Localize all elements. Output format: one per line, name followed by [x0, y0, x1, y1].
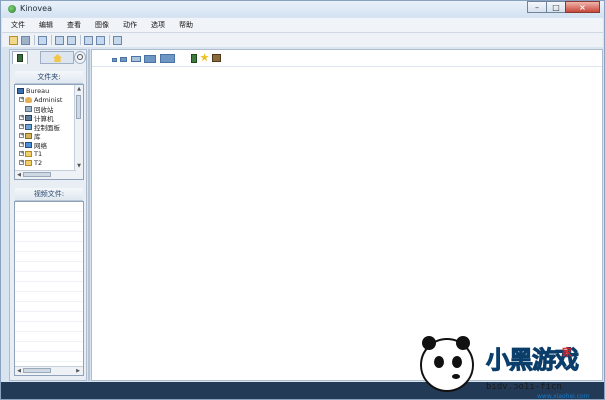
toolbar-separator — [109, 35, 110, 45]
toolbar-separator — [34, 35, 35, 45]
tree-item[interactable]: + T2 — [19, 158, 42, 167]
folders-title: 文件夹: — [15, 71, 83, 84]
camera-folder-icon[interactable] — [212, 54, 221, 62]
title-bar[interactable]: Kinovea – □ × — [1, 1, 604, 17]
toolbar-separator — [51, 35, 52, 45]
open-folder-icon[interactable] — [9, 35, 18, 45]
thumbnail-size-bar — [92, 50, 602, 67]
expand-toggle[interactable]: + — [19, 115, 24, 120]
thumb-size-option-1[interactable] — [112, 58, 117, 62]
expand-toggle[interactable]: + — [19, 151, 24, 156]
folder-icon — [25, 150, 32, 157]
film-icon[interactable] — [191, 54, 197, 63]
scroll-up-icon[interactable]: ▲ — [76, 86, 82, 92]
menu-motion[interactable]: 动作 — [118, 20, 142, 30]
tab-files[interactable] — [12, 51, 28, 64]
menu-bar: 文件 编辑 查看 图像 动作 选项 帮助 — [2, 18, 603, 33]
menu-file[interactable]: 文件 — [6, 20, 30, 30]
tree-item[interactable]: + T1 — [19, 149, 42, 158]
folder-tree[interactable]: Bureau + Administ 回收站 + 计算机 + 控制面板 + 库 +… — [14, 84, 84, 180]
save-icon[interactable] — [21, 35, 30, 45]
desktop-icon — [17, 87, 24, 94]
recycle-bin-icon — [25, 105, 32, 112]
panda-eye — [452, 356, 462, 368]
files-horizontal-scrollbar[interactable]: ◀ ▶ — [15, 366, 83, 375]
tree-item-label: Administ — [34, 95, 63, 104]
video-icon[interactable] — [55, 35, 64, 45]
menu-options[interactable]: 选项 — [146, 20, 170, 30]
tab-shortcuts[interactable] — [40, 51, 74, 64]
capture-icon[interactable] — [84, 35, 93, 45]
expand-toggle[interactable]: + — [19, 124, 24, 129]
tree-item[interactable]: Bureau — [17, 86, 49, 95]
network-icon — [25, 141, 32, 148]
thumb-size-option-2[interactable] — [120, 57, 127, 62]
explorer-tabs — [10, 50, 86, 66]
window-title: Kinovea — [20, 4, 52, 13]
scroll-thumb[interactable] — [23, 368, 51, 373]
watermark-url-small: www.xiaohei.com — [537, 393, 590, 400]
scroll-down-icon[interactable]: ▼ — [76, 163, 82, 169]
panda-ear — [422, 336, 436, 350]
tree-item-label: Bureau — [26, 86, 50, 95]
panel-splitter[interactable] — [88, 49, 90, 381]
minimize-button[interactable]: – — [527, 1, 547, 13]
tab-camera[interactable] — [74, 51, 86, 64]
watermark-url: bidv.ɔo1i-ficn — [486, 382, 562, 392]
folder-icon — [25, 159, 32, 166]
menu-view[interactable]: 查看 — [62, 20, 86, 30]
library-icon — [25, 132, 32, 139]
panda-nose — [452, 374, 460, 379]
watermark: 小黑游戏 家 bidv.ɔo1i-ficn www.xiaohei.com — [412, 330, 602, 400]
computer-icon — [25, 114, 32, 121]
grid-icon[interactable] — [113, 35, 122, 45]
film-icon — [17, 54, 23, 62]
menu-help[interactable]: 帮助 — [174, 20, 198, 30]
toolbar — [2, 33, 603, 47]
expand-toggle[interactable]: + — [19, 133, 24, 138]
tree-item-label: T1 — [34, 149, 43, 158]
camera-icon — [77, 54, 83, 60]
scroll-right-icon[interactable]: ▶ — [75, 368, 81, 374]
user-folder-icon — [25, 96, 32, 103]
control-panel-icon — [25, 123, 32, 130]
window-controls: – □ × — [527, 1, 600, 14]
expand-toggle[interactable]: + — [19, 142, 24, 147]
maximize-button[interactable]: □ — [546, 1, 566, 13]
tree-vertical-scrollbar[interactable]: ▲ ▼ — [74, 85, 83, 179]
menu-edit[interactable]: 编辑 — [34, 20, 58, 30]
thumb-size-option-3[interactable] — [131, 56, 141, 62]
scroll-left-icon[interactable]: ◀ — [16, 368, 22, 374]
menu-image[interactable]: 图像 — [90, 20, 114, 30]
expand-toggle[interactable]: + — [19, 97, 24, 102]
thumb-size-option-5[interactable] — [160, 54, 175, 63]
panda-eye — [434, 356, 444, 368]
watermark-tag: 家 — [562, 348, 572, 359]
compare-icon[interactable] — [67, 35, 76, 45]
video-file-list[interactable]: ◀ ▶ — [14, 201, 84, 376]
scroll-thumb[interactable] — [23, 172, 51, 177]
toolbar-separator — [80, 35, 81, 45]
kinovea-logo-icon — [8, 5, 16, 13]
tree-horizontal-scrollbar[interactable]: ◀ — [15, 170, 76, 179]
files-title: 视频文件: — [15, 188, 83, 201]
expand-toggle[interactable]: + — [19, 160, 24, 165]
panda-ear — [456, 336, 470, 350]
thumb-size-option-4[interactable] — [144, 55, 156, 63]
tree-item-label: 网络 — [34, 141, 47, 150]
screens-icon[interactable] — [96, 35, 105, 45]
home-icon — [53, 54, 62, 62]
scroll-thumb[interactable] — [76, 95, 81, 119]
scroll-left-icon[interactable]: ◀ — [16, 172, 22, 178]
view-icon[interactable] — [38, 35, 47, 45]
panda-mascot — [420, 336, 474, 392]
tree-item-label: T2 — [34, 158, 43, 167]
tree-item[interactable]: + 网络 — [19, 140, 47, 150]
star-icon[interactable] — [200, 53, 209, 62]
close-button[interactable]: × — [565, 1, 600, 13]
explorer-panel: 文件夹: Bureau + Administ 回收站 + 计算机 + 控制面板 … — [9, 49, 87, 381]
